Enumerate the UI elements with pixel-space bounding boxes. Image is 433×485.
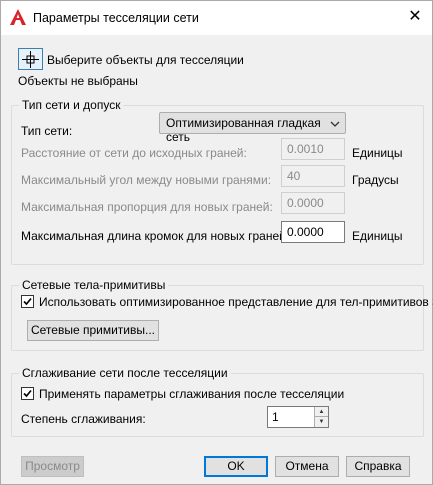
crosshair-select-icon xyxy=(22,51,39,68)
cancel-button[interactable]: Отмена xyxy=(275,456,339,477)
smoothing-level-spinner[interactable]: 1 ▲ ▼ xyxy=(267,406,329,428)
ok-button[interactable]: OK xyxy=(204,456,268,477)
checkmark-icon xyxy=(23,389,32,398)
checkmark-icon xyxy=(23,297,32,306)
aspect-field[interactable]: 0.0000 xyxy=(281,192,345,214)
edge-length-field[interactable]: 0.0000 xyxy=(281,221,345,243)
spin-up-icon[interactable]: ▲ xyxy=(314,407,328,417)
spin-down-icon[interactable]: ▼ xyxy=(314,417,328,427)
chevron-down-icon xyxy=(330,118,340,132)
tessellation-dialog: Параметры тесселяции сети ✕ Выберите объ… xyxy=(0,0,433,485)
edge-length-label: Максимальная длина кромок для новых гран… xyxy=(21,229,290,243)
aspect-label: Максимальная пропорция для новых граней: xyxy=(21,200,273,214)
smoothing-level-value: 1 xyxy=(272,410,279,424)
distance-field[interactable]: 0.0010 xyxy=(281,138,345,160)
select-objects-label[interactable]: Выберите объекты для тесселяции xyxy=(47,53,244,67)
optimized-primitives-label[interactable]: Использовать оптимизированное представле… xyxy=(39,295,433,309)
smoothing-group xyxy=(11,373,424,437)
distance-label: Расстояние от сети до исходных граней: xyxy=(21,146,247,160)
title-bar: Параметры тесселяции сети ✕ xyxy=(1,1,432,35)
optimized-primitives-checkbox[interactable] xyxy=(21,295,34,308)
angle-field[interactable]: 40 xyxy=(281,165,345,187)
primitives-group-title: Сетевые тела-примитивы xyxy=(19,278,169,292)
selection-status: Объекты не выбраны xyxy=(18,74,138,88)
help-button[interactable]: Справка xyxy=(346,456,410,477)
apply-smoothing-checkbox[interactable] xyxy=(21,387,34,400)
mesh-primitives-button[interactable]: Сетевые примитивы... xyxy=(27,320,159,341)
preview-button[interactable]: Просмотр xyxy=(21,456,84,477)
autocad-a-icon xyxy=(9,8,27,26)
mesh-type-label: Тип сети: xyxy=(21,124,73,138)
apply-smoothing-label[interactable]: Применять параметры сглаживания после те… xyxy=(39,387,344,401)
angle-unit: Градусы xyxy=(352,173,399,187)
distance-unit: Единицы xyxy=(352,146,403,160)
edge-length-unit: Единицы xyxy=(352,229,403,243)
mesh-type-group-title: Тип сети и допуск xyxy=(19,98,124,112)
mesh-type-dropdown[interactable]: Оптимизированная гладкая сеть xyxy=(159,112,346,144)
close-button[interactable]: ✕ xyxy=(402,5,428,29)
window-title: Параметры тесселяции сети xyxy=(33,11,199,25)
angle-label: Максимальный угол между новыми гранями: xyxy=(21,173,272,187)
select-objects-button[interactable] xyxy=(18,48,43,70)
close-icon: ✕ xyxy=(408,8,422,25)
smoothing-level-label: Степень сглаживания: xyxy=(21,412,146,426)
smoothing-group-title: Сглаживание сети после тесселяции xyxy=(19,366,231,380)
